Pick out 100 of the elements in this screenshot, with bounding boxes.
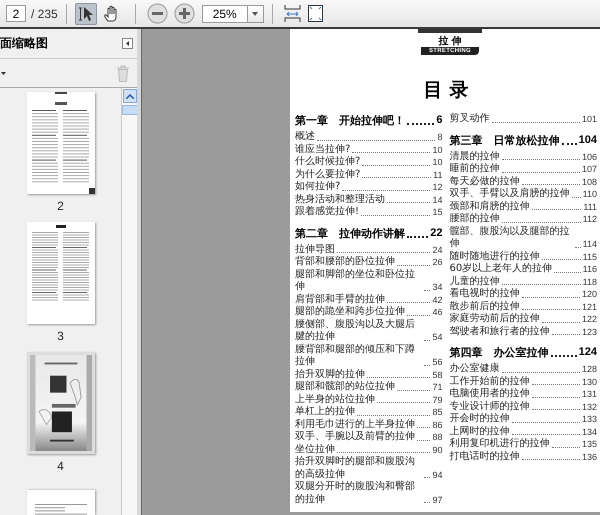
dot-leader	[532, 384, 580, 385]
page-number: 79	[432, 394, 442, 406]
page-number: 12	[432, 181, 442, 194]
chapter-title: 第一章 开始拉伸吧！	[295, 113, 405, 128]
page-number: 54	[432, 331, 442, 344]
trash-icon	[116, 64, 130, 82]
entry-title: 肩背部和手臂的拉伸	[295, 294, 385, 306]
page-number-field[interactable]: 2	[6, 5, 26, 22]
select-tool-button[interactable]	[74, 2, 97, 24]
dot-leader	[522, 459, 580, 460]
dot-leader	[572, 196, 581, 198]
dot-leader	[362, 177, 432, 178]
dot-leader	[552, 334, 580, 335]
page-number: 115	[582, 250, 597, 263]
page-thumbnail[interactable]	[26, 92, 94, 194]
entry-title: 单杠上的拉伸	[295, 406, 355, 418]
options-button[interactable]	[0, 72, 6, 74]
page-number: 11	[433, 168, 442, 181]
page-number: 8	[437, 131, 442, 144]
entry-title: 60岁以上老年人的拉伸	[450, 263, 552, 276]
entry-title: 电脑使用者的拉伸	[450, 388, 530, 400]
page-number: 85	[432, 406, 442, 418]
entry-title: 开会时的拉伸	[450, 413, 510, 426]
page-number: 106	[582, 150, 597, 163]
page-number: 58	[432, 368, 442, 381]
entry-title: 驾驶者和旅行者的拉伸	[450, 326, 550, 338]
dot-leader	[532, 409, 580, 410]
page-number: 24	[432, 244, 442, 256]
panel-title: 面缩略图	[0, 35, 48, 52]
page-number: 124	[578, 345, 597, 360]
page-number: 114	[582, 238, 597, 250]
dot-leader	[417, 427, 430, 428]
entry-title: 工作开始前的拉伸	[450, 376, 530, 388]
entry-title: 剪叉动作	[450, 113, 490, 126]
chevron-up-icon	[126, 94, 134, 98]
dot-leader	[424, 477, 430, 478]
page-number: 116	[582, 263, 597, 276]
collapse-button[interactable]	[122, 38, 133, 49]
page-number: 90	[432, 444, 442, 456]
entry-title: 腿部的跪坐和跨步位拉伸	[295, 306, 405, 318]
dot-leader	[562, 142, 577, 144]
dot-leader	[377, 402, 430, 403]
entry-title: 办公室健康	[450, 363, 500, 376]
page-number: 14	[432, 194, 442, 206]
page-label: 3	[57, 329, 64, 343]
page-number: 120	[582, 288, 597, 300]
entry-title: 颈部和肩膀的拉伸	[450, 200, 530, 212]
entry-title: 热身活动和整理活动	[295, 194, 385, 206]
page-number: 46	[432, 306, 442, 318]
page-number: 132	[582, 400, 597, 413]
zoom-field[interactable]: 25%	[202, 4, 248, 22]
scroll-up-button[interactable]	[122, 89, 136, 103]
entry-title: 儿童的拉伸	[450, 276, 500, 288]
page-number: 22	[430, 226, 442, 240]
entry-title: 腰背部和腿部的倾压和下蹲拉伸	[295, 344, 416, 368]
page-number: 10	[432, 144, 442, 156]
page-number: 71	[432, 381, 442, 394]
scrollbar-thumb[interactable]	[122, 105, 137, 115]
entry-title: 髋部、腹股沟以及腿部的拉伸	[450, 226, 570, 250]
dot-leader	[550, 355, 577, 357]
contents-heading: 目 录	[424, 78, 468, 103]
entry-title: 谁应当拉伸?	[295, 144, 350, 156]
page-number: 122	[582, 313, 597, 326]
page-number: 6	[436, 113, 442, 128]
chapter-title: 第四章 办公室拉伸	[450, 345, 548, 360]
dot-leader	[397, 264, 430, 266]
fit-page-button[interactable]	[284, 4, 301, 23]
page-number: 104	[578, 132, 597, 148]
fit-width-button[interactable]	[306, 4, 324, 23]
dot-leader	[542, 259, 581, 260]
page-thumbnail[interactable]	[26, 222, 94, 324]
entry-title: 散步前后的拉伸	[450, 300, 520, 312]
dot-leader	[522, 184, 580, 185]
entry-title: 每天必做的拉伸	[450, 176, 520, 188]
chapter-title: 第二章 拉伸动作讲解	[295, 226, 405, 240]
chapter-title: 第三章 日常放松拉伸	[450, 132, 560, 148]
page-number: 123	[582, 326, 597, 338]
zoom-out-button[interactable]	[146, 3, 168, 24]
entry-title: 双腿分开时的腹股沟和臀部的拉伸	[295, 481, 416, 506]
page-number: 34	[432, 281, 442, 294]
minus-icon	[146, 3, 168, 24]
page-label: 4	[57, 459, 64, 473]
page-number: 118	[582, 276, 597, 288]
zoom-in-button[interactable]	[174, 3, 195, 24]
entry-title: 上网时的拉伸	[450, 426, 510, 438]
entry-title: 什么时候拉伸?	[295, 156, 360, 168]
dot-leader	[361, 214, 430, 216]
dot-leader	[424, 502, 430, 503]
page-number: 97	[432, 494, 442, 506]
entry-title: 上半身的站位拉伸	[295, 394, 375, 406]
entry-title: 坐位拉伸	[295, 444, 335, 456]
page-number: 110	[582, 188, 597, 200]
dot-leader	[552, 446, 580, 448]
page-count: / 235	[31, 6, 58, 20]
book-title: 拉 伸	[438, 36, 462, 47]
dropdown-button[interactable]	[248, 4, 264, 22]
dot-leader	[407, 123, 434, 125]
page-number: 10	[432, 156, 442, 168]
entry-title: 睡前的拉伸	[450, 163, 500, 176]
page-thumbnail[interactable]	[26, 490, 94, 515]
